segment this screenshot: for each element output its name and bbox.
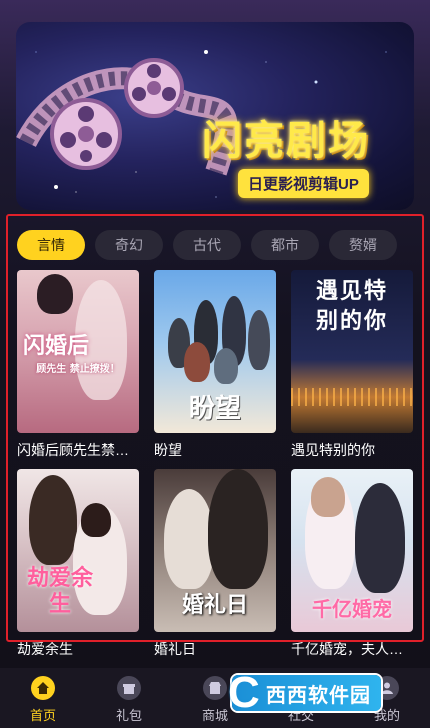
banner-title: 闪亮剧场: [202, 119, 370, 163]
poster-figure: [164, 489, 214, 589]
banner-subtitle: 日更影视剪辑UP: [238, 169, 369, 198]
tab-urban[interactable]: 都市: [251, 230, 319, 260]
category-tabs: 言情 奇幻 古代 都市 赘婿: [17, 230, 421, 260]
tab-son-in-law[interactable]: 赘婿: [329, 230, 397, 260]
poster-figure: [355, 483, 405, 593]
tab-ancient[interactable]: 古代: [173, 230, 241, 260]
poster-title: 劫爱余生: [26, 565, 93, 617]
nav-gift[interactable]: 礼包: [86, 668, 172, 728]
home-icon: [31, 676, 55, 700]
poster-figure: [81, 503, 111, 537]
poster-subtitle: 顾先生 禁止撩拨！: [36, 364, 120, 375]
nav-home[interactable]: 首页: [0, 668, 86, 728]
watermark-logo-icon: C: [228, 668, 260, 717]
city-lights: [291, 388, 413, 406]
drama-title[interactable]: 千亿婚宠，夫人…: [291, 640, 413, 658]
poster-title: 遇见特别的你: [315, 278, 388, 334]
poster-title: 盼望: [188, 394, 241, 424]
poster-figure: [37, 274, 73, 314]
drama-title[interactable]: 遇见特别的你: [291, 441, 413, 459]
drama-poster[interactable]: 婚礼日: [154, 469, 276, 632]
drama-card[interactable]: 千亿婚宠 千亿婚宠，夫人…: [291, 469, 413, 658]
poster-title: 千亿婚宠: [312, 597, 392, 621]
drama-card[interactable]: 婚礼日 婚礼日: [154, 469, 276, 658]
nav-label: 首页: [29, 708, 56, 723]
watermark: C 西西软件园: [228, 669, 404, 717]
drama-card[interactable]: 遇见特别的你 遇见特别的你: [291, 270, 413, 459]
tab-romance[interactable]: 言情: [17, 230, 85, 260]
drama-grid: 闪婚后 顾先生 禁止撩拨！ 闪婚后顾先生禁… 盼望 盼望 遇见特别的你 遇见特别…: [17, 270, 413, 658]
poster-figure: [214, 348, 238, 384]
tab-fantasy[interactable]: 奇幻: [95, 230, 163, 260]
drama-poster[interactable]: 千亿婚宠: [291, 469, 413, 632]
nav-label: 礼包: [115, 708, 142, 723]
poster-title: 婚礼日: [181, 592, 248, 618]
poster-figure: [311, 477, 345, 517]
drama-title[interactable]: 婚礼日: [154, 640, 276, 658]
poster-figure: [29, 475, 77, 565]
gift-icon: [117, 676, 141, 700]
drama-poster[interactable]: 闪婚后 顾先生 禁止撩拨！: [17, 270, 139, 433]
promo-banner[interactable]: 闪亮剧场 日更影视剪辑UP: [16, 22, 414, 210]
store-icon: [203, 676, 227, 700]
drama-card[interactable]: 盼望 盼望: [154, 270, 276, 459]
drama-poster[interactable]: 盼望: [154, 270, 276, 433]
poster-title: 闪婚后: [23, 333, 90, 359]
poster-figure: [248, 310, 270, 370]
watermark-text: 西西软件园: [266, 684, 371, 707]
drama-card[interactable]: 劫爱余生 劫爱余生: [17, 469, 139, 658]
drama-title[interactable]: 劫爱余生: [17, 640, 139, 658]
drama-poster[interactable]: 遇见特别的你: [291, 270, 413, 433]
drama-card[interactable]: 闪婚后 顾先生 禁止撩拨！ 闪婚后顾先生禁…: [17, 270, 139, 459]
drama-poster[interactable]: 劫爱余生: [17, 469, 139, 632]
poster-figure: [208, 469, 268, 589]
drama-title[interactable]: 盼望: [154, 441, 276, 459]
poster-figure: [184, 342, 210, 382]
drama-title[interactable]: 闪婚后顾先生禁…: [17, 441, 139, 459]
nav-label: 商城: [201, 708, 228, 723]
watermark-badge: C 西西软件园: [228, 669, 381, 717]
